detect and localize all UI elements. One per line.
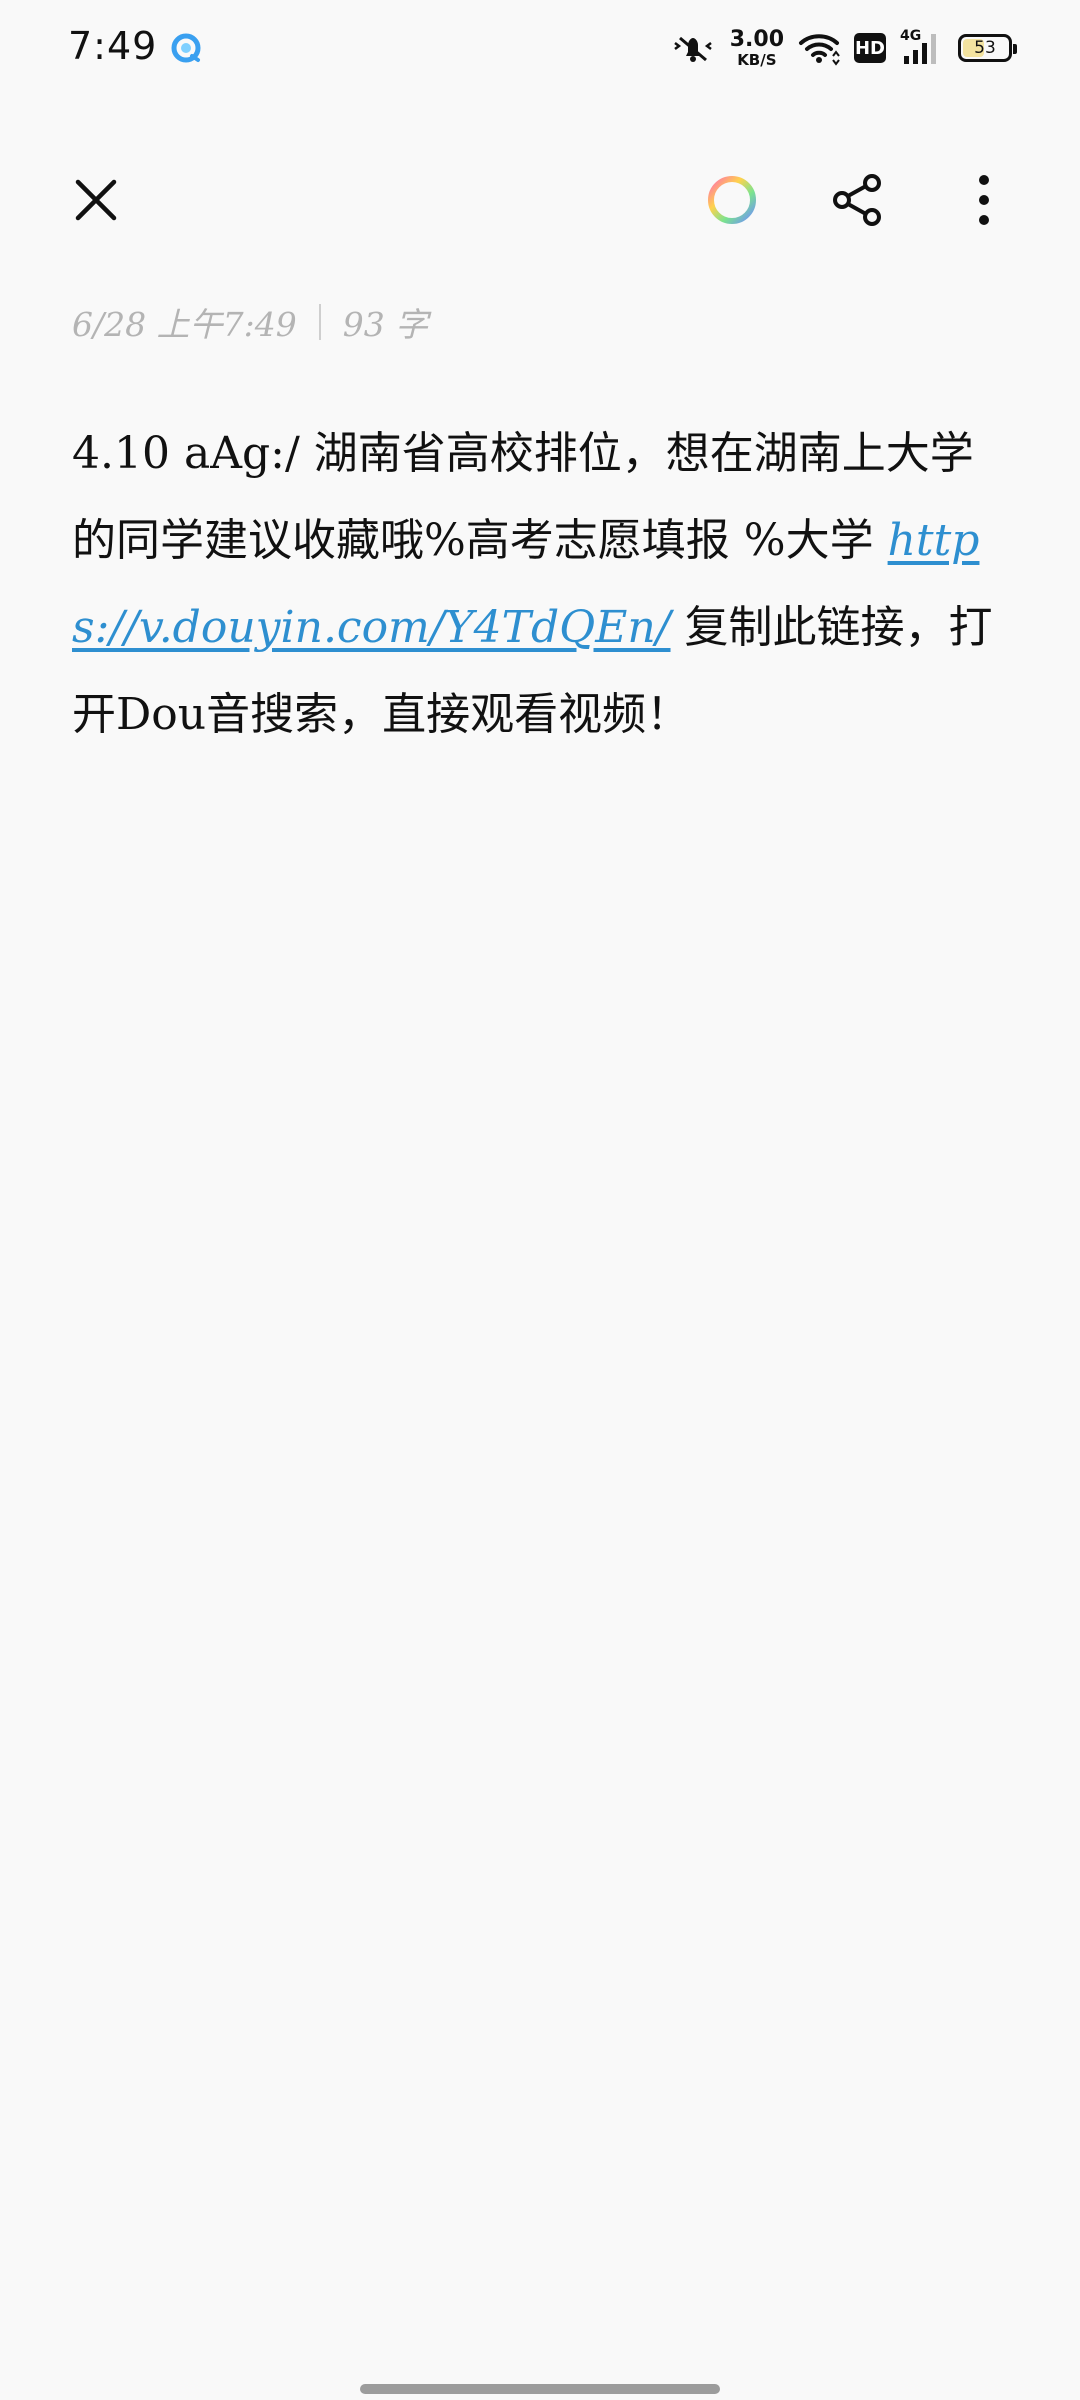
cellular-signal: 4G [900, 28, 940, 66]
status-bar: 7:49 3.00 KB/S HD 4G 53 [0, 0, 1080, 96]
battery-indicator: 53 [958, 34, 1017, 62]
close-icon [75, 179, 117, 221]
meta-divider [318, 304, 321, 340]
theme-color-button[interactable] [682, 150, 782, 250]
network-speed-value: 3.00 [729, 26, 784, 52]
note-datetime: 6/28 上午7:49 [72, 305, 297, 344]
note-content[interactable]: 4.10 aAg:/ 湖南省高校排位，想在湖南上大学的同学建议收藏哦%高考志愿填… [72, 410, 1008, 758]
close-button[interactable] [46, 150, 146, 250]
hd-badge: HD [854, 33, 886, 63]
more-options-button[interactable] [934, 150, 1034, 250]
note-toolbar [0, 150, 1080, 250]
note-text-before-link: 4.10 aAg:/ 湖南省高校排位，想在湖南上大学的同学建议收藏哦%高考志愿填… [72, 428, 974, 566]
browser-app-icon [171, 33, 201, 63]
network-speed: 3.00 KB/S [729, 26, 784, 69]
mute-bell-icon [673, 36, 712, 62]
network-speed-unit: KB/S [737, 50, 777, 69]
status-right-group: 3.00 KB/S HD 4G 53 [670, 26, 1017, 70]
share-button[interactable] [808, 150, 908, 250]
note-meta: 6/28 上午7:49 93 字 [72, 298, 428, 346]
home-indicator[interactable] [360, 2384, 720, 2394]
more-vertical-icon [979, 175, 989, 225]
note-word-count: 93 字 [342, 305, 429, 344]
battery-level: 53 [974, 38, 996, 58]
status-time: 7:49 [68, 24, 158, 68]
signal-bars-icon [904, 34, 936, 64]
share-icon [833, 174, 881, 226]
wifi-icon [799, 34, 840, 66]
color-ring-icon [708, 176, 756, 224]
